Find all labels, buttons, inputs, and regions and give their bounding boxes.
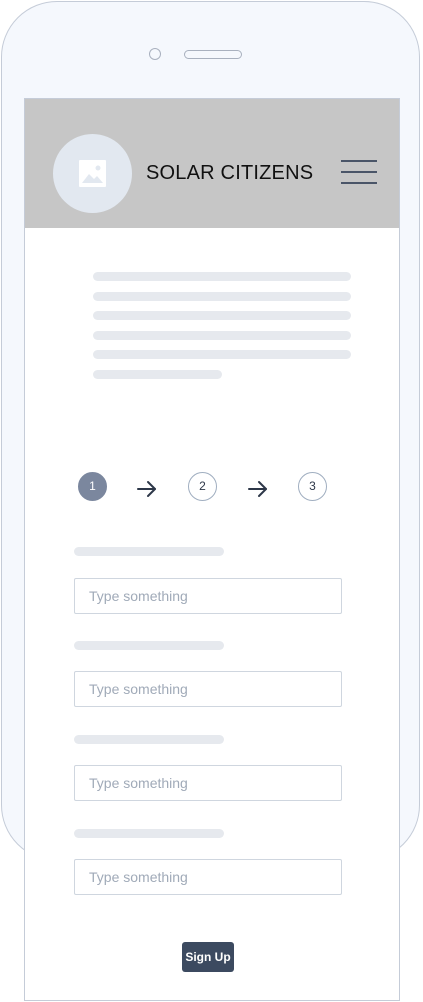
field-label-placeholder: [74, 829, 224, 838]
wireframe-stage: SOLAR CITIZENS 1 2 3 Type something Type…: [0, 0, 423, 1002]
text-field-4[interactable]: [74, 859, 342, 895]
field-label-placeholder: [74, 641, 224, 650]
text-field-1[interactable]: [74, 578, 342, 614]
brand-name: SOLAR CITIZENS: [146, 162, 314, 184]
text-placeholder-line: [93, 272, 351, 281]
text-placeholder-line: [93, 370, 222, 379]
sign-up-button[interactable]: Sign Up: [182, 942, 234, 972]
step-2[interactable]: 2: [188, 472, 217, 501]
text-placeholder-line: [93, 311, 351, 320]
menu-bar: [341, 171, 377, 173]
menu-bar: [341, 160, 377, 162]
text-placeholder-line: [93, 331, 351, 340]
arrow-right-icon: [137, 481, 156, 497]
text-field-3[interactable]: [74, 765, 342, 801]
field-label-placeholder: [74, 547, 224, 556]
arrow-right-icon: [248, 481, 267, 497]
hamburger-menu-icon[interactable]: [341, 158, 379, 186]
app-header: SOLAR CITIZENS: [25, 99, 399, 228]
step-3[interactable]: 3: [298, 472, 327, 501]
camera-icon: [149, 48, 161, 60]
step-1[interactable]: 1: [78, 472, 107, 501]
menu-bar: [341, 182, 377, 184]
text-placeholder-line: [93, 292, 351, 301]
phone-screen: SOLAR CITIZENS 1 2 3 Type something Type…: [24, 98, 400, 1001]
text-field-2[interactable]: [74, 671, 342, 707]
text-placeholder-line: [93, 350, 351, 359]
speaker-icon: [184, 50, 242, 59]
field-label-placeholder: [74, 735, 224, 744]
logo-avatar: [53, 134, 132, 213]
image-placeholder-icon: [79, 160, 106, 187]
